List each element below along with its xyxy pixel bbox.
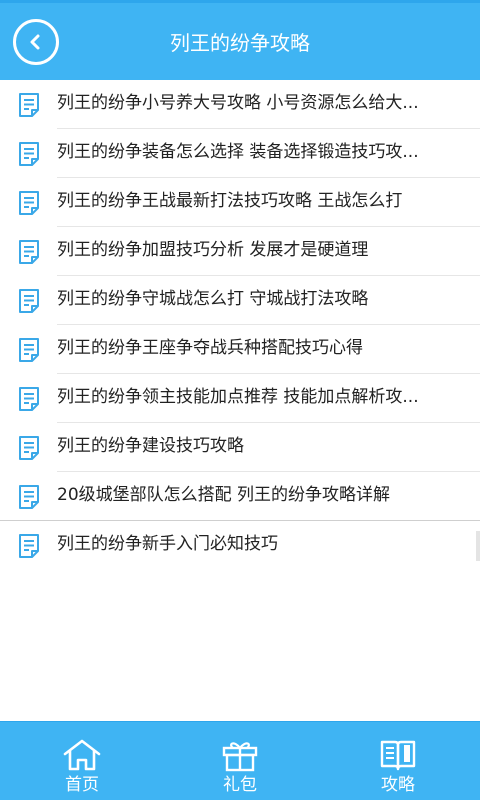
article-title: 列王的纷争加盟技巧分析 发展才是硬道理 [57,240,369,260]
article-title: 列王的纷争王座争夺战兵种搭配技巧心得 [57,338,363,358]
gift-icon [222,742,258,772]
article-title: 列王的纷争王战最新打法技巧攻略 王战怎么打 [57,191,403,211]
scroll-indicator [476,531,480,561]
page-title: 列王的纷争攻略 [170,31,310,55]
list-item[interactable]: 列王的纷争领主技能加点推荐 技能加点解析攻... [0,374,480,423]
document-icon [19,240,39,264]
list-item[interactable]: 列王的纷争王战最新打法技巧攻略 王战怎么打 [0,178,480,227]
book-icon [380,740,416,771]
article-list: 列王的纷争小号养大号攻略 小号资源怎么给大... 列王的纷争装备怎么选择 装备选… [0,80,480,570]
list-item[interactable]: 列王的纷争王座争夺战兵种搭配技巧心得 [0,325,480,374]
tab-label: 礼包 [223,775,257,795]
article-title: 列王的纷争守城战怎么打 守城战打法攻略 [57,289,369,309]
list-item[interactable]: 列王的纷争小号养大号攻略 小号资源怎么给大... [0,80,480,129]
article-title: 列王的纷争小号养大号攻略 小号资源怎么给大... [57,93,419,113]
list-item[interactable]: 列王的纷争新手入门必知技巧 [0,521,480,570]
article-title: 列王的纷争装备怎么选择 装备选择锻造技巧攻... [57,142,419,162]
list-item[interactable]: 列王的纷争建设技巧攻略 [0,423,480,472]
document-icon [19,191,39,215]
tab-guide[interactable]: 攻略 [338,722,458,801]
document-icon [19,338,39,362]
top-bar: 列王的纷争攻略 [0,0,480,80]
tab-home[interactable]: 首页 [22,722,142,801]
bottom-tab-bar: 首页 礼包 攻略 [0,721,480,800]
document-icon [19,142,39,166]
document-icon [19,436,39,460]
article-title: 列王的纷争建设技巧攻略 [57,436,244,456]
document-icon [19,387,39,411]
list-item[interactable]: 列王的纷争装备怎么选择 装备选择锻造技巧攻... [0,129,480,178]
list-item[interactable]: 20级城堡部队怎么搭配 列王的纷争攻略详解 [0,472,480,521]
article-title: 列王的纷争新手入门必知技巧 [57,534,278,554]
article-title: 20级城堡部队怎么搭配 列王的纷争攻略详解 [57,485,391,505]
home-icon [63,739,101,771]
document-icon [19,289,39,313]
article-title: 列王的纷争领主技能加点推荐 技能加点解析攻... [57,387,419,407]
tab-gift[interactable]: 礼包 [180,722,300,801]
tab-label: 攻略 [381,775,415,795]
tab-label: 首页 [65,775,99,795]
document-icon [19,485,39,509]
document-icon [19,534,39,558]
document-icon [19,93,39,117]
list-item[interactable]: 列王的纷争加盟技巧分析 发展才是硬道理 [0,227,480,276]
list-item[interactable]: 列王的纷争守城战怎么打 守城战打法攻略 [0,276,480,325]
